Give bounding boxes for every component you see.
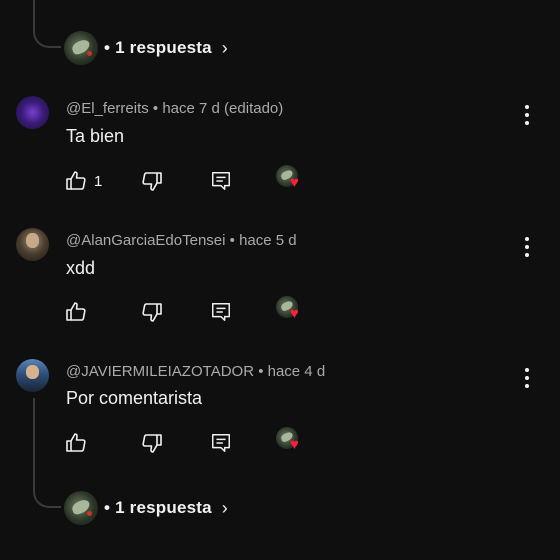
comment-timestamp: • hace 7 d (editado) [148,100,284,117]
creator-avatar [64,491,98,525]
avatar[interactable] [16,96,49,129]
like-button[interactable] [64,431,88,455]
reply-icon [212,303,230,321]
creator-heart-icon: ♥ [276,296,306,324]
creator-heart-icon: ♥ [276,165,306,193]
dislike-button[interactable] [140,300,164,324]
comment-text: Ta bien [66,126,125,146]
like-button[interactable]: 1 [64,169,102,193]
comment-author[interactable]: @AlanGarciaEdoTensei [66,232,225,249]
creator-heart-icon: ♥ [276,427,306,455]
more-vert-icon[interactable] [520,105,534,125]
like-count: 1 [94,172,103,190]
comment-meta: @JAVIERMILEIAZOTADOR • hace 4 d [66,363,325,380]
comment-author[interactable]: @JAVIERMILEIAZOTADOR [66,363,254,380]
comment-actions: 1 ♥ [64,165,324,193]
thumbs-down-icon [142,303,162,322]
more-vert-icon[interactable] [520,237,534,257]
like-button[interactable] [64,300,88,324]
thread-connector-bottom [33,398,61,508]
thumbs-down-icon [142,434,162,453]
creator-avatar [64,31,98,65]
reply-icon [212,434,230,452]
view-replies-button-bottom[interactable]: • 1 respuesta › [64,491,228,525]
thumbs-up-icon [66,171,86,190]
more-vert-icon[interactable] [520,368,534,388]
thumbs-up-icon [66,302,86,321]
view-replies-button-top[interactable]: • 1 respuesta › [64,31,228,65]
thread-connector-top [33,0,61,48]
reply-count-label: • 1 respuesta [104,38,212,57]
dislike-button[interactable] [140,431,164,455]
dislike-button[interactable] [140,169,164,193]
avatar[interactable] [16,228,49,261]
comment-timestamp: • hace 4 d [254,363,326,380]
comment-timestamp: • hace 5 d [225,232,297,249]
comment-author[interactable]: @El_ferreits [66,100,149,117]
reply-count-label: • 1 respuesta [104,498,212,517]
reply-button[interactable] [210,300,232,324]
chevron-right-icon: › [221,497,228,518]
reply-button[interactable] [210,169,232,193]
thumbs-up-icon [66,433,86,452]
comment-meta: @El_ferreits • hace 7 d (editado) [66,100,283,117]
reply-button[interactable] [210,431,232,455]
comment-text: xdd [66,258,96,278]
reply-icon [212,172,230,190]
avatar[interactable] [16,359,49,392]
comment-text: Por comentarista [66,388,203,408]
thumbs-down-icon [142,172,162,191]
comment-actions: ♥ [64,296,324,324]
comment-meta: @AlanGarciaEdoTensei • hace 5 d [66,232,297,249]
comment-actions: ♥ [64,427,324,455]
chevron-right-icon: › [221,37,228,58]
